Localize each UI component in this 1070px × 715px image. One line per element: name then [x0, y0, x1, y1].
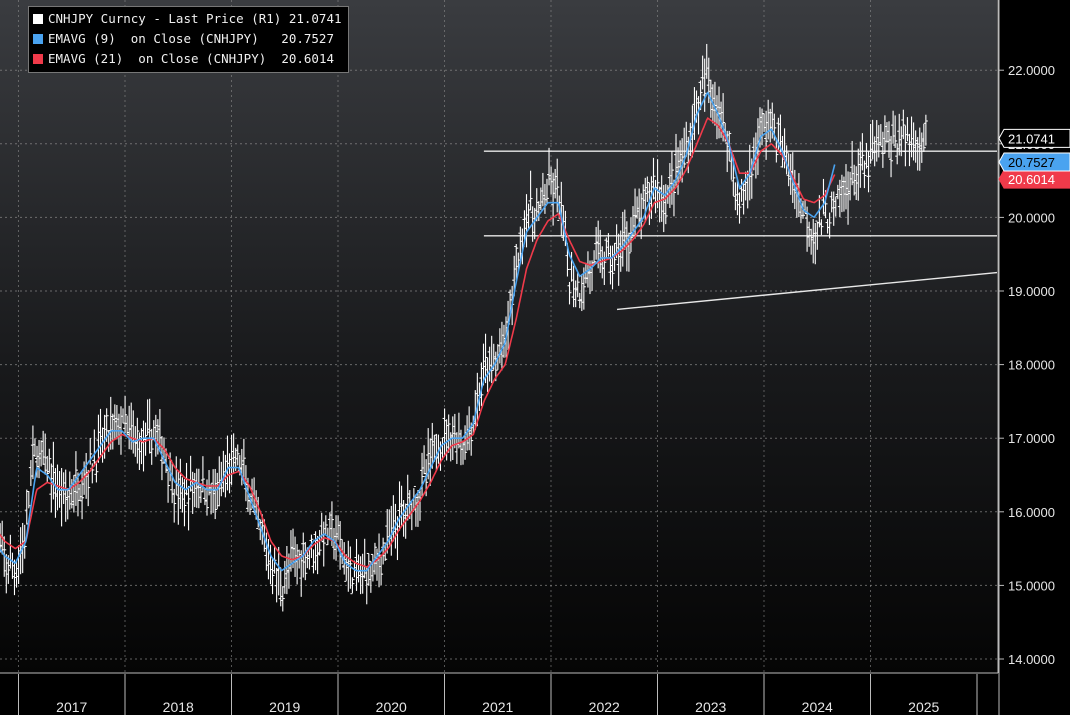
x-tick-label: 2022 — [589, 699, 620, 715]
y-tick-label: 15.0000 — [1008, 578, 1055, 593]
y-tick-label: 22.0000 — [1008, 63, 1055, 78]
legend-item-ema21: EMAVG (21) on Close (CNHJPY) 20.6014 — [33, 49, 342, 69]
x-tick-label: 2024 — [802, 699, 833, 715]
x-tick-label: 2020 — [376, 699, 407, 715]
legend-swatch-ema9 — [33, 34, 43, 44]
y-tick-label: 20.0000 — [1008, 210, 1055, 225]
x-tick-label: 2023 — [695, 699, 726, 715]
legend-item-price: CNHJPY Curncy - Last Price (R1) 21.0741 — [33, 9, 342, 29]
badge-price-text: 21.0741 — [1008, 131, 1055, 146]
legend-item-ema9: EMAVG (9) on Close (CNHJPY) 20.7527 — [33, 29, 342, 49]
chart-container: 14.0000 15.0000 16.0000 17.0000 18.0000 19.00… — [0, 0, 1070, 715]
legend-label-ema21: EMAVG (21) on Close (CNHJPY) — [48, 51, 267, 66]
y-tick-label: 17.0000 — [1008, 431, 1055, 446]
plot-background — [0, 0, 997, 673]
x-tick-label: 2017 — [56, 699, 87, 715]
legend-swatch-price — [33, 14, 43, 24]
x-tick-label: 2019 — [269, 699, 300, 715]
legend-value-ema9: 20.7527 — [281, 31, 334, 46]
x-tick-label: 2018 — [163, 699, 194, 715]
value-badges: 20.6014 20.7527 21.0741 — [998, 128, 1070, 189]
y-tick-label: 16.0000 — [1008, 505, 1055, 520]
x-tick-label: 2025 — [908, 699, 939, 715]
y-tick-label: 19.0000 — [1008, 284, 1055, 299]
legend-value-ema21: 20.6014 — [281, 51, 334, 66]
legend-label-ema9: EMAVG (9) on Close (CNHJPY) — [48, 31, 259, 46]
legend: CNHJPY Curncy - Last Price (R1) 21.0741 … — [28, 6, 349, 73]
y-tick-label: 18.0000 — [1008, 358, 1055, 373]
legend-swatch-ema21 — [33, 54, 43, 64]
x-tick-label: 2021 — [482, 699, 513, 715]
badge-ema21-text: 20.6014 — [1008, 172, 1055, 187]
legend-value-price: 21.0741 — [288, 11, 342, 26]
price-chart: 14.0000 15.0000 16.0000 17.0000 18.0000 19.00… — [0, 0, 1070, 715]
legend-label-price: CNHJPY Curncy - Last Price (R1) — [48, 11, 282, 26]
y-tick-label: 14.0000 — [1008, 652, 1055, 667]
badge-ema9-text: 20.7527 — [1008, 155, 1055, 170]
